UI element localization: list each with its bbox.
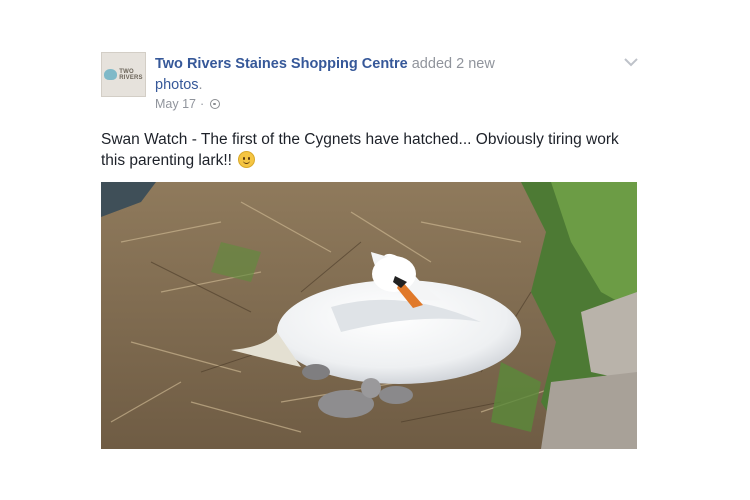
- swan-nest-photo: [101, 182, 637, 449]
- post-action-text: added 2 new: [407, 56, 495, 72]
- post-message-text: Swan Watch - The first of the Cygnets ha…: [101, 131, 619, 169]
- post-action-end: .: [198, 77, 203, 93]
- avatar-logo-text: TWO RIVERS: [119, 69, 143, 81]
- globe-icon[interactable]: [210, 99, 221, 109]
- post-photo[interactable]: [101, 182, 637, 449]
- page-avatar[interactable]: TWO RIVERS: [101, 52, 146, 97]
- page-name-link[interactable]: Two Rivers Staines Shopping Centre: [155, 56, 408, 72]
- post-date-link[interactable]: May 17: [155, 97, 196, 111]
- facebook-post: TWO RIVERS Two Rivers Staines Shopping C…: [0, 0, 750, 500]
- photos-link[interactable]: photos: [155, 77, 199, 93]
- two-rivers-logo-icon: [104, 69, 118, 80]
- post-meta: May 17 ·: [155, 97, 221, 111]
- post-header: Two Rivers Staines Shopping Centre added…: [155, 54, 555, 96]
- smiley-emoji-icon: [238, 151, 256, 168]
- chevron-down-icon[interactable]: [623, 55, 639, 67]
- meta-separator: ·: [200, 97, 205, 111]
- post-message: Swan Watch - The first of the Cygnets ha…: [101, 129, 641, 171]
- avatar-line-2: RIVERS: [119, 74, 143, 81]
